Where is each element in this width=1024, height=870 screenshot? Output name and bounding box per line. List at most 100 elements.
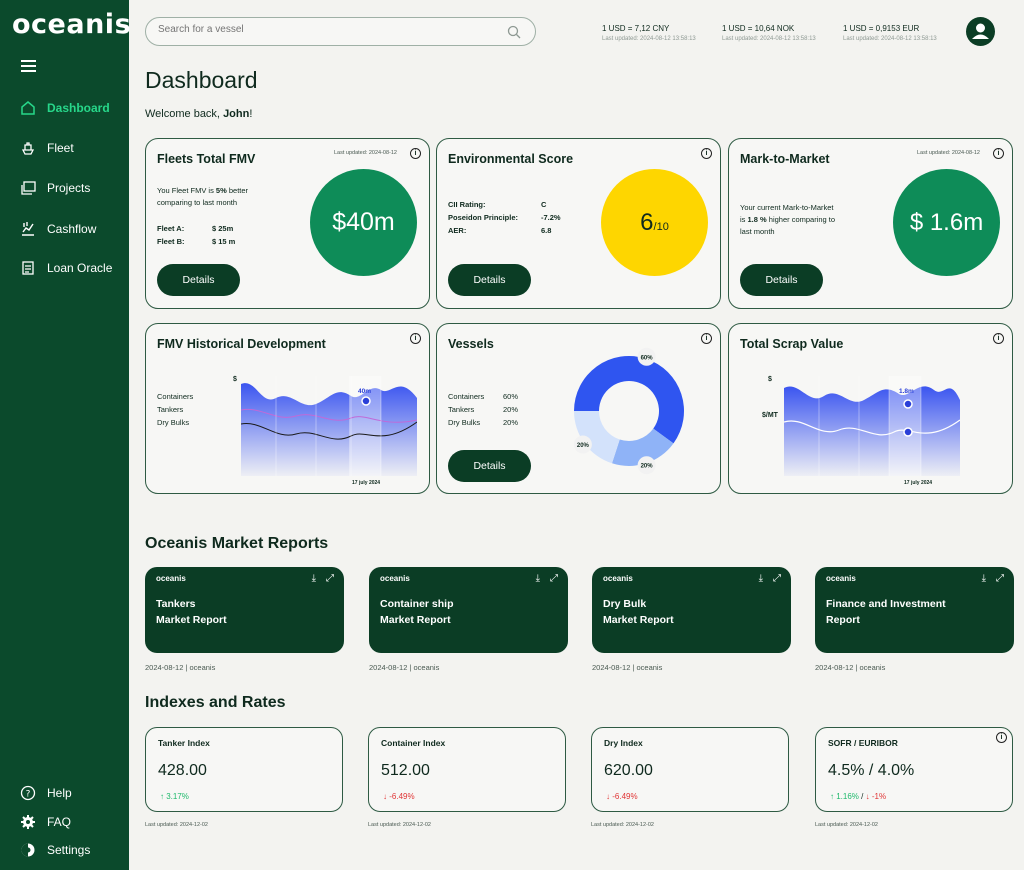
info-icon[interactable]: i — [410, 148, 421, 159]
info-icon[interactable]: i — [410, 333, 421, 344]
report-title-line2: Market Report — [380, 614, 451, 626]
report-card-dry-bulk[interactable]: oceanis ⤓ ⤢ Dry Bulk Market Report — [592, 567, 791, 653]
fleet-a-label: Fleet A: — [157, 224, 185, 233]
y-axis-label-usd: $ — [768, 376, 772, 383]
index-value: 620.00 — [604, 762, 653, 779]
info-icon[interactable]: i — [996, 732, 1007, 743]
welcome-suffix: ! — [249, 108, 253, 120]
mtm-desc-prefix: is — [740, 215, 748, 224]
download-icon[interactable]: ⤓ — [312, 573, 316, 584]
chart-date-label: 17 july 2024 — [352, 480, 381, 486]
search-icon[interactable] — [507, 25, 521, 39]
env-details-button[interactable]: Details — [448, 264, 531, 296]
mtm-details-button[interactable]: Details — [740, 264, 823, 296]
sidebar-item-faq[interactable]: FAQ — [20, 814, 71, 830]
index-card-container[interactable]: Container Index 512.00 ↓ -6.49% — [368, 727, 566, 812]
fmv-desc-suffix: better — [226, 186, 249, 195]
sidebar-item-help[interactable]: ? Help — [20, 785, 72, 801]
index-card-dry[interactable]: Dry Index 620.00 ↓ -6.49% — [591, 727, 789, 812]
user-icon — [972, 23, 989, 39]
report-meta: 2024-08-12 | oceanis — [592, 663, 663, 672]
aer-value: 6.8 — [541, 226, 552, 235]
sidebar-item-projects[interactable]: Projects — [20, 180, 90, 196]
oceanis-logo[interactable]: oceanis — [12, 9, 131, 40]
report-brand: oceanis — [156, 574, 186, 583]
legend-dry-bulks: Dry Bulks — [157, 418, 190, 427]
report-brand: oceanis — [826, 574, 856, 583]
sidebar-item-loan-oracle[interactable]: Loan Oracle — [20, 260, 112, 276]
search-input[interactable] — [158, 24, 498, 35]
donut-label: 20% — [637, 456, 656, 475]
vessel-type-label: Tankers — [448, 405, 475, 414]
cii-label: CII Rating: — [448, 200, 486, 209]
expand-icon[interactable]: ⤢ — [326, 573, 334, 584]
arrow-down-icon: ↓ — [383, 792, 387, 801]
report-source: oceanis — [859, 663, 886, 672]
legend-tankers: Tankers — [157, 405, 184, 414]
mtm-value: $ 1.6m — [909, 208, 984, 236]
index-change-value: 1.16% — [836, 792, 859, 801]
svg-text:20%: 20% — [641, 464, 654, 470]
search-bar — [145, 17, 536, 46]
expand-icon[interactable]: ⤢ — [996, 573, 1004, 584]
last-updated: Last updated: 2024-08-12 — [917, 150, 980, 156]
sidebar-item-fleet[interactable]: Fleet — [20, 140, 74, 156]
vessels-details-button[interactable]: Details — [448, 450, 531, 482]
index-change-value: -6.49% — [389, 792, 415, 801]
report-meta: 2024-08-12 | oceanis — [369, 663, 440, 672]
report-meta: 2024-08-12 | oceanis — [145, 663, 216, 672]
page-title: Dashboard — [145, 67, 258, 93]
sidebar-item-settings[interactable]: Settings — [20, 842, 90, 858]
y-axis-label-usd-mt: $/MT — [762, 412, 778, 419]
index-change-value: -6.49% — [612, 792, 638, 801]
report-card-container-ship[interactable]: oceanis ⤓ ⤢ Container ship Market Report — [369, 567, 568, 653]
sidebar-item-cashflow[interactable]: Cashflow — [20, 221, 96, 237]
fleets-fmv-card: Fleets Total FMV Last updated: 2024-08-1… — [145, 138, 430, 309]
menu-icon[interactable] — [21, 60, 36, 72]
report-title-line2: Market Report — [156, 614, 227, 626]
fmv-details-button[interactable]: Details — [157, 264, 240, 296]
mtm-desc-line3: last month — [740, 227, 775, 236]
report-date: 2024-08-12 — [145, 663, 184, 672]
info-icon[interactable]: i — [701, 333, 712, 344]
fmv-historical-card: FMV Historical Development i Containers … — [145, 323, 430, 494]
donut-label: 60% — [637, 347, 656, 366]
download-icon[interactable]: ⤓ — [759, 573, 763, 584]
poseidon-label: Poseidon Principle: — [448, 213, 519, 222]
aer-label: AER: — [448, 226, 467, 235]
user-avatar[interactable] — [966, 17, 995, 46]
info-icon[interactable]: i — [701, 148, 712, 159]
cii-value: C — [541, 200, 547, 209]
gear-icon — [21, 815, 35, 829]
ship-icon — [21, 142, 35, 155]
index-name: Container Index — [381, 738, 446, 748]
expand-icon[interactable]: ⤢ — [773, 573, 781, 584]
info-icon[interactable]: i — [993, 148, 1004, 159]
download-icon[interactable]: ⤓ — [536, 573, 540, 584]
chart-date-label: 17 july 2024 — [904, 480, 933, 486]
sidebar-item-label: Settings — [47, 843, 91, 857]
sidebar-item-label: Loan Oracle — [47, 261, 113, 275]
poseidon-value: -7.2% — [541, 213, 561, 222]
mtm-description: Your current Mark-to-Market is 1.8 % hig… — [740, 202, 835, 238]
card-title: Mark-to-Market — [740, 152, 830, 166]
card-title: Vessels — [448, 337, 494, 351]
expand-icon[interactable]: ⤢ — [550, 573, 558, 584]
report-card-tankers[interactable]: oceanis ⤓ ⤢ Tankers Market Report — [145, 567, 344, 653]
fleet-b-label: Fleet B: — [157, 237, 185, 246]
mtm-desc-line1: Your current Mark-to-Market — [740, 203, 834, 212]
report-date: 2024-08-12 — [815, 663, 854, 672]
info-icon[interactable]: i — [993, 333, 1004, 344]
index-change-value: 3.17% — [166, 792, 189, 801]
fleet-a-value: $ 25m — [212, 224, 234, 233]
report-title-line1: Dry Bulk — [603, 598, 647, 610]
download-icon[interactable]: ⤓ — [982, 573, 986, 584]
sidebar-item-dashboard[interactable]: Dashboard — [20, 100, 110, 116]
report-card-finance-investment[interactable]: oceanis ⤓ ⤢ Finance and Investment Report — [815, 567, 1014, 653]
card-title: Environmental Score — [448, 152, 574, 166]
index-card-tanker[interactable]: Tanker Index 428.00 ↑ 3.17% — [145, 727, 343, 812]
rate-value: 1 USD = 7,12 CNY — [602, 24, 670, 33]
arrow-down-icon: ↓ — [606, 792, 610, 801]
mtm-value-circle: $ 1.6m — [893, 169, 1000, 276]
index-card-sofr-euribor[interactable]: SOFR / EURIBOR i 4.5% / 4.0% ↑ 1.16% / ↓… — [815, 727, 1013, 812]
